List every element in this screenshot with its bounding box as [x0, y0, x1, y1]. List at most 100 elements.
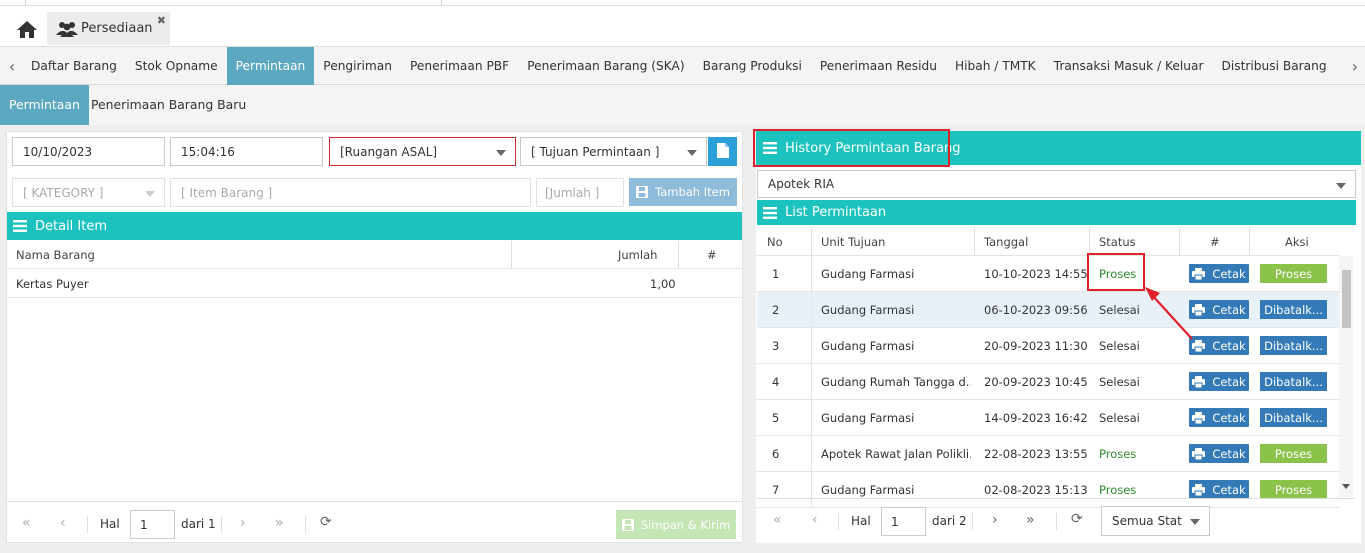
last-page-icon[interactable]: » — [1026, 512, 1035, 528]
ruangan-asal-select[interactable]: [Ruangan ASAL] — [329, 137, 516, 166]
pager-divider — [7, 501, 742, 502]
chevron-left-icon[interactable]: ‹ — [2, 47, 22, 85]
table-row[interactable]: Kertas Puyer 1,00 — [7, 269, 742, 298]
subnav-item-permintaan[interactable]: Permintaan — [0, 85, 89, 125]
app-tab-label: Persediaan — [81, 21, 153, 36]
cetak-button[interactable]: Cetak — [1189, 264, 1249, 283]
date-input[interactable]: 10/10/2023 — [12, 137, 165, 166]
row-tanggal: 20-09-2023 10:45... — [984, 375, 1087, 389]
pager-sep — [221, 516, 222, 533]
table-row[interactable]: 2 Gudang Farmasi 06-10-2023 09:56... Selesa… — [757, 292, 1340, 328]
dari-label: dari 2 — [932, 514, 967, 528]
cell-divider — [811, 292, 812, 328]
last-page-icon[interactable]: » — [275, 515, 284, 531]
simpan-kirim-button[interactable]: Simpan & Kirim — [616, 510, 736, 539]
nav-tab-distribusi-barang[interactable]: Distribusi Barang — [1212, 47, 1335, 85]
status-filter-select[interactable]: Semua Stat — [1101, 506, 1210, 536]
refresh-icon[interactable]: ⟳ — [320, 514, 332, 530]
print-icon — [1192, 375, 1206, 388]
list-permintaan-title: List Permintaan — [785, 205, 887, 220]
close-icon[interactable]: ✖ — [157, 14, 166, 27]
history-scrollbar[interactable] — [1339, 256, 1353, 497]
nav-tab-barang-produksi[interactable]: Barang Produksi — [694, 47, 811, 85]
aksi-button[interactable]: Dibatalk... — [1260, 300, 1327, 319]
pager-sep — [972, 513, 973, 530]
dari-label: dari 1 — [181, 517, 216, 531]
chevron-right-icon[interactable]: › — [1345, 47, 1365, 85]
scrollbar-thumb[interactable] — [1342, 270, 1351, 328]
prev-page-icon[interactable]: ‹ — [60, 515, 66, 531]
row-unit-tujuan: Gudang Farmasi — [821, 411, 915, 425]
simpan-kirim-label: Simpan & Kirim — [640, 517, 731, 532]
category-select[interactable]: [ KATEGORY ] — [12, 178, 165, 207]
table-row[interactable]: 5 Gudang Farmasi 14-09-2023 16:42... Selesa… — [757, 400, 1340, 436]
row-status: Selesai — [1099, 339, 1140, 353]
detail-item-title: Detail Item — [35, 218, 108, 234]
category-placeholder: [ KATEGORY ] — [23, 185, 104, 200]
tambah-item-label: Tambah Item — [655, 185, 730, 199]
nav-tab-transaksi-masuk-keluar[interactable]: Transaksi Masuk / Keluar — [1045, 47, 1213, 85]
page-input[interactable]: 1 — [881, 507, 926, 536]
refresh-icon[interactable]: ⟳ — [1071, 511, 1083, 527]
col-aksi: Aksi — [1285, 235, 1309, 249]
new-document-button[interactable] — [708, 137, 737, 166]
col-hash: # — [707, 248, 717, 262]
nav-tab-stok-opname[interactable]: Stok Opname — [126, 47, 227, 85]
aksi-button[interactable]: Dibatalk... — [1260, 408, 1327, 427]
aksi-button[interactable]: Proses — [1260, 444, 1327, 463]
scroll-down-icon[interactable] — [1342, 484, 1350, 489]
tambah-item-button[interactable]: Tambah Item — [629, 178, 737, 206]
table-row[interactable]: 3 Gudang Farmasi 20-09-2023 11:30... Selesa… — [757, 328, 1340, 364]
item-nama: Kertas Puyer — [16, 277, 89, 291]
apotek-value: Apotek RIA — [768, 177, 835, 191]
cetak-button[interactable]: Cetak — [1189, 444, 1249, 463]
nav-tab-pengiriman[interactable]: Pengiriman — [314, 47, 401, 85]
nav-tab-permintaan[interactable]: Permintaan — [226, 47, 315, 85]
jumlah-input[interactable]: [Jumlah ] — [536, 178, 624, 207]
nav-tab-penerimaan-residu[interactable]: Penerimaan Residu — [811, 47, 946, 85]
tujuan-permintaan-select[interactable]: [ Tujuan Permintaan ] — [520, 137, 707, 166]
subnav-item-penerimaan-barang-baru[interactable]: Penerimaan Barang Baru — [91, 85, 246, 125]
pager-divider — [757, 498, 1355, 499]
apotek-select[interactable]: Apotek RIA — [757, 170, 1356, 198]
nav-tab-penerimaan-barang-ska[interactable]: Penerimaan Barang (SKA) — [518, 47, 693, 85]
first-page-icon[interactable]: « — [773, 512, 782, 528]
print-icon — [1192, 411, 1206, 424]
history-panel: History Permintaan Barang Apotek RIA Lis… — [756, 131, 1361, 543]
aksi-button[interactable]: Dibatalk... — [1260, 372, 1327, 391]
table-row[interactable]: 4 Gudang Rumah Tangga d... 20-09-2023 10:4… — [757, 364, 1340, 400]
prev-page-icon[interactable]: ‹ — [812, 512, 818, 528]
table-row[interactable]: 7 Gudang Farmasi 02-08-2023 15:13... Proses… — [757, 472, 1340, 508]
row-status: Proses — [1099, 447, 1137, 461]
first-page-icon[interactable]: « — [22, 515, 31, 531]
row-tanggal: 20-09-2023 11:30... — [984, 339, 1087, 353]
nav-tab-monitoring[interactable]: Monitoring — [1336, 47, 1346, 85]
nav-tab-penerimaan-pbf[interactable]: Penerimaan PBF — [401, 47, 518, 85]
users-icon — [55, 21, 79, 37]
cetak-button[interactable]: Cetak — [1189, 480, 1249, 499]
cetak-button[interactable]: Cetak — [1189, 372, 1249, 391]
table-row[interactable]: 6 Apotek Rawat Jalan Polikli... 22-08-2023… — [757, 436, 1340, 472]
row-no: 1 — [772, 267, 780, 281]
nav-tab-daftar-barang[interactable]: Daftar Barang — [22, 47, 126, 85]
time-input[interactable]: 15:04:16 — [170, 137, 323, 166]
row-no: 3 — [772, 339, 780, 353]
aksi-button[interactable]: Dibatalk... — [1260, 336, 1327, 355]
cetak-button[interactable]: Cetak — [1189, 408, 1249, 427]
pager-sep — [838, 513, 839, 530]
page-input[interactable]: 1 — [130, 510, 175, 539]
aksi-button[interactable]: Proses — [1260, 480, 1327, 499]
home-icon[interactable] — [14, 18, 40, 40]
next-page-icon[interactable]: › — [992, 512, 998, 528]
row-unit-tujuan: Gudang Farmasi — [821, 303, 915, 317]
table-row[interactable]: 1 Gudang Farmasi 10-10-2023 14:55... Proses… — [757, 256, 1340, 292]
cell-divider — [811, 256, 812, 292]
app-tab-persediaan[interactable]: Persediaan ✖ — [47, 12, 170, 45]
highlight-box-history — [753, 129, 950, 167]
nav-tab-hibah-tmtk[interactable]: Hibah / TMTK — [946, 47, 1045, 85]
next-page-icon[interactable]: › — [240, 515, 246, 531]
item-barang-input[interactable]: [ Item Barang ] — [170, 178, 531, 207]
aksi-button[interactable]: Proses — [1260, 264, 1327, 283]
row-status: Selesai — [1099, 411, 1140, 425]
cetak-label: Cetak — [1212, 302, 1246, 317]
